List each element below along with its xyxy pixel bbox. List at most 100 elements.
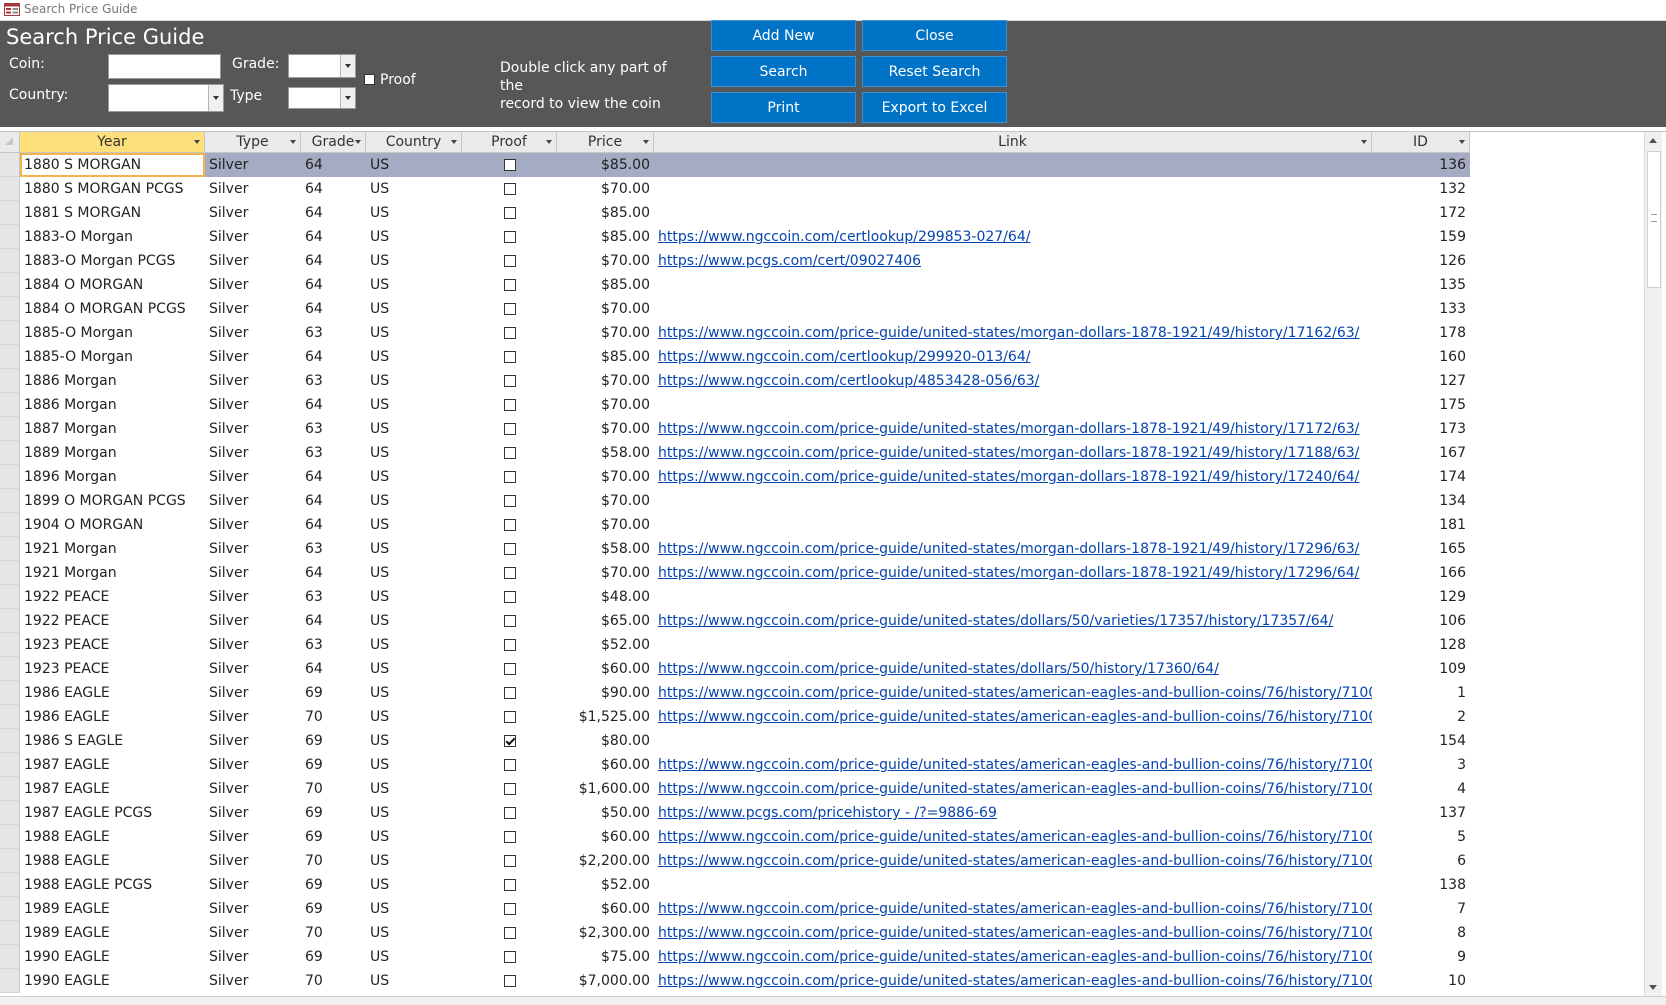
cell-price[interactable]: $70.00 [557,465,654,489]
cell-year[interactable]: 1883-O Morgan [20,225,205,249]
cell-country[interactable]: US [366,921,462,945]
proof-checkbox[interactable] [503,975,516,987]
cell-country[interactable]: US [366,321,462,345]
cell-type[interactable]: Silver [205,177,301,201]
record-selector[interactable] [0,681,20,705]
type-combobox[interactable] [288,87,356,109]
cell-price[interactable]: $85.00 [557,201,654,225]
table-row[interactable]: 1921 Morgan Silver 64 US $70.00 https://www.n… [0,561,1470,585]
cell-id[interactable]: 9 [1372,945,1470,969]
proof-checkbox[interactable] [503,927,516,939]
filter-dropdown-icon[interactable] [643,140,649,144]
cell-price[interactable]: $2,300.00 [557,921,654,945]
cell-proof[interactable] [462,849,557,873]
table-row[interactable]: 1884 O MORGAN Silver 64 US $85.00 135 [0,273,1470,297]
cell-proof[interactable] [462,249,557,273]
cell-price[interactable]: $2,200.00 [557,849,654,873]
cell-type[interactable]: Silver [205,585,301,609]
cell-proof[interactable] [462,873,557,897]
cell-country[interactable]: US [366,417,462,441]
proof-checkbox[interactable] [503,207,516,219]
cell-type[interactable]: Silver [205,561,301,585]
cell-proof[interactable] [462,705,557,729]
table-row[interactable]: 1990 EAGLE Silver 69 US $75.00 https://www.ng… [0,945,1470,969]
cell-link[interactable] [654,201,1372,225]
proof-checkbox[interactable] [503,807,516,819]
cell-id[interactable]: 6 [1372,849,1470,873]
cell-price[interactable]: $70.00 [557,561,654,585]
cell-proof[interactable] [462,633,557,657]
record-selector[interactable] [0,873,20,897]
proof-checkbox[interactable] [364,74,375,85]
cell-link[interactable] [654,177,1372,201]
cell-id[interactable]: 181 [1372,513,1470,537]
cell-price[interactable]: $60.00 [557,825,654,849]
cell-type[interactable]: Silver [205,801,301,825]
cell-grade[interactable]: 70 [301,849,366,873]
coin-link[interactable]: https://www.ngccoin.com/price-guide/unit… [658,445,1359,461]
table-row[interactable]: 1887 Morgan Silver 63 US $70.00 https://www.n… [0,417,1470,441]
scroll-thumb[interactable] [1647,151,1661,288]
cell-year[interactable]: 1986 EAGLE [20,681,205,705]
record-selector[interactable] [0,513,20,537]
cell-id[interactable]: 165 [1372,537,1470,561]
export-excel-button[interactable]: Export to Excel [862,92,1007,123]
cell-type[interactable]: Silver [205,249,301,273]
cell-country[interactable]: US [366,705,462,729]
cell-id[interactable]: 4 [1372,777,1470,801]
cell-link[interactable]: https://www.ngccoin.com/price-guide/unit… [654,441,1372,465]
table-row[interactable]: 1986 EAGLE Silver 69 US $90.00 https://www.ng… [0,681,1470,705]
cell-id[interactable]: 126 [1372,249,1470,273]
cell-year[interactable]: 1988 EAGLE PCGS [20,873,205,897]
cell-id[interactable]: 167 [1372,441,1470,465]
cell-proof[interactable] [462,729,557,753]
cell-type[interactable]: Silver [205,897,301,921]
cell-proof[interactable] [462,945,557,969]
cell-link[interactable]: https://www.pcgs.com/pricehistory - /?=9… [654,801,1372,825]
cell-year[interactable]: 1880 S MORGAN [20,153,205,177]
proof-checkbox[interactable] [503,351,516,363]
cell-country[interactable]: US [366,897,462,921]
cell-year[interactable]: 1881 S MORGAN [20,201,205,225]
record-selector[interactable] [0,897,20,921]
coin-link[interactable]: https://www.ngccoin.com/price-guide/unit… [658,661,1219,677]
cell-link[interactable] [654,873,1372,897]
coin-link[interactable]: https://www.ngccoin.com/price-guide/unit… [658,685,1372,701]
cell-id[interactable]: 173 [1372,417,1470,441]
table-row[interactable]: 1886 Morgan Silver 63 US $70.00 https://www.n… [0,369,1470,393]
cell-year[interactable]: 1990 EAGLE [20,945,205,969]
filter-dropdown-icon[interactable] [1361,140,1367,144]
cell-proof[interactable] [462,153,557,177]
coin-link[interactable]: https://www.ngccoin.com/price-guide/unit… [658,781,1372,797]
table-row[interactable]: 1923 PEACE Silver 63 US $52.00 128 [0,633,1470,657]
cell-proof[interactable] [462,969,557,993]
cell-year[interactable]: 1923 PEACE [20,657,205,681]
coin-link[interactable]: https://www.ngccoin.com/price-guide/unit… [658,709,1372,725]
cell-id[interactable]: 5 [1372,825,1470,849]
record-selector[interactable] [0,153,20,177]
record-selector[interactable] [0,297,20,321]
cell-proof[interactable] [462,465,557,489]
cell-year[interactable]: 1922 PEACE [20,609,205,633]
proof-checkbox[interactable] [503,903,516,915]
coin-link[interactable]: https://www.pcgs.com/pricehistory - /?=9… [658,805,997,821]
proof-checkbox[interactable] [503,735,516,747]
coin-link[interactable]: https://www.ngccoin.com/price-guide/unit… [658,565,1359,581]
proof-checkbox[interactable] [503,255,516,267]
cell-grade[interactable]: 69 [301,729,366,753]
cell-grade[interactable]: 63 [301,585,366,609]
cell-type[interactable]: Silver [205,225,301,249]
cell-link[interactable] [654,585,1372,609]
cell-grade[interactable]: 69 [301,801,366,825]
column-header-country[interactable]: Country [366,132,462,152]
record-selector[interactable] [0,753,20,777]
cell-type[interactable]: Silver [205,825,301,849]
cell-link[interactable]: https://www.ngccoin.com/certlookup/48534… [654,369,1372,393]
coin-link[interactable]: https://www.ngccoin.com/price-guide/unit… [658,757,1372,773]
proof-checkbox[interactable] [503,231,516,243]
cell-price[interactable]: $75.00 [557,945,654,969]
cell-year[interactable]: 1988 EAGLE [20,849,205,873]
cell-country[interactable]: US [366,657,462,681]
cell-id[interactable]: 137 [1372,801,1470,825]
cell-id[interactable]: 1 [1372,681,1470,705]
